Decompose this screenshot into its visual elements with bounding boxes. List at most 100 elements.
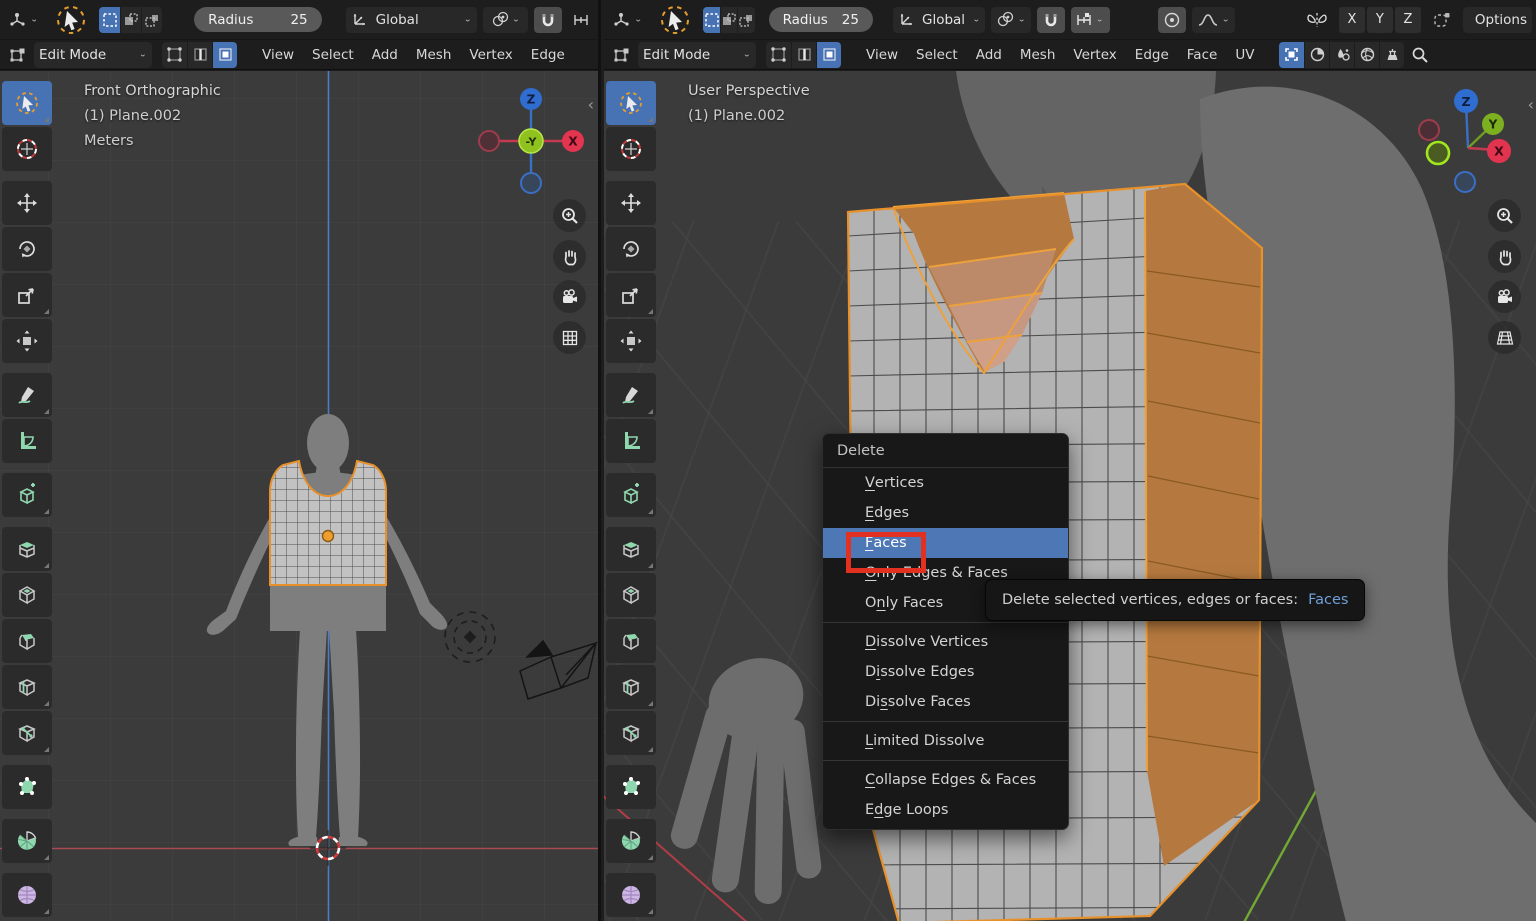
transform-orientation-dropdown[interactable]: Global ⌄ — [893, 7, 985, 33]
symmetry-y-toggle[interactable]: Y — [1367, 7, 1393, 33]
menu-view[interactable]: View — [253, 43, 303, 67]
sidebar-collapse-arrow[interactable]: ‹ — [1528, 95, 1534, 114]
tool-annotate[interactable] — [2, 373, 52, 417]
shading-solid[interactable] — [1329, 42, 1354, 68]
edge-select-mode[interactable] — [187, 42, 212, 68]
tool-spin[interactable] — [2, 819, 52, 863]
shading-material[interactable] — [1354, 42, 1379, 68]
xray-toggle[interactable] — [1279, 42, 1304, 68]
navigation-gizmo[interactable]: Z Y X — [1404, 89, 1524, 209]
mesh-symmetry-button[interactable] — [1301, 7, 1333, 33]
active-tool-indicator[interactable] — [653, 7, 697, 33]
camera-view-button[interactable] — [553, 280, 586, 313]
menu-mesh[interactable]: Mesh — [407, 43, 461, 67]
pivot-point-dropdown[interactable]: ⌄ — [483, 7, 528, 33]
snap-toggle-button[interactable] — [534, 7, 562, 33]
menu-select[interactable]: Select — [907, 43, 967, 67]
zoom-button[interactable] — [553, 199, 586, 232]
menu-item-faces[interactable]: Faces — [823, 528, 1068, 558]
menu-add[interactable]: Add — [967, 43, 1011, 67]
select-mode-new[interactable] — [703, 7, 720, 33]
shading-rendered[interactable] — [1379, 42, 1404, 68]
editor-type-button[interactable]: ⌄ — [608, 7, 647, 33]
snap-with-dropdown[interactable] — [568, 7, 594, 33]
menu-item-edges[interactable]: Edges — [823, 498, 1068, 528]
shading-wireframe[interactable] — [1304, 42, 1329, 68]
face-select-mode[interactable] — [816, 42, 841, 68]
tool-rotate[interactable] — [2, 227, 52, 271]
menu-add[interactable]: Add — [363, 43, 407, 67]
tool-add-cube[interactable] — [2, 473, 52, 517]
viewport-user-perspective[interactable]: User Perspective (1) Plane.002 Z Y X — [604, 71, 1536, 921]
viewport-front-orthographic[interactable]: Front Orthographic (1) Plane.002 Meters … — [0, 71, 598, 921]
menu-vertex[interactable]: Vertex — [1064, 43, 1125, 67]
sidebar-collapse-arrow[interactable]: ‹ — [588, 95, 594, 114]
menu-uv[interactable]: UV — [1226, 43, 1263, 67]
pan-button[interactable] — [1488, 240, 1521, 273]
pivot-point-dropdown[interactable]: ⌄ — [991, 7, 1030, 33]
menu-item-limited-dissolve[interactable]: Limited Dissolve — [823, 726, 1068, 756]
menu-edge[interactable]: Edge — [522, 43, 574, 67]
menu-face[interactable]: Face — [1178, 43, 1227, 67]
mode-dropdown[interactable]: Edit Mode ⌄ — [638, 42, 756, 68]
perspective-toggle-button[interactable] — [1488, 321, 1521, 354]
menu-mesh[interactable]: Mesh — [1011, 43, 1065, 67]
active-tool-indicator[interactable] — [49, 7, 93, 33]
tool-knife[interactable] — [2, 711, 52, 755]
tool-smooth[interactable] — [2, 873, 52, 917]
tool-rotate[interactable] — [606, 227, 656, 271]
tool-transform[interactable] — [606, 319, 656, 363]
snap-toggle-button[interactable] — [1037, 7, 1065, 33]
select-mode-extend[interactable] — [720, 7, 737, 33]
menu-item-edge-loops[interactable]: Edge Loops — [823, 795, 1068, 825]
menu-item-collapse-edges-faces[interactable]: Collapse Edges & Faces — [823, 765, 1068, 795]
tool-scale[interactable] — [606, 273, 656, 317]
select-mode-subtract[interactable] — [737, 7, 754, 33]
menu-item-vertices[interactable]: Vertices — [823, 468, 1068, 498]
tool-bevel[interactable] — [606, 619, 656, 663]
tool-cursor[interactable] — [2, 127, 52, 171]
tool-move[interactable] — [606, 181, 656, 225]
symmetry-x-toggle[interactable]: X — [1339, 7, 1365, 33]
falloff-dropdown[interactable]: ⌄ — [1192, 7, 1235, 33]
edge-select-mode[interactable] — [791, 42, 816, 68]
tool-poly-build[interactable] — [2, 765, 52, 809]
select-mode-subtract[interactable] — [141, 7, 162, 33]
menu-select[interactable]: Select — [303, 43, 363, 67]
tool-inset-faces[interactable] — [2, 573, 52, 617]
camera-view-button[interactable] — [1488, 280, 1521, 313]
menu-item-dissolve-faces[interactable]: Dissolve Faces — [823, 687, 1068, 717]
tool-scale[interactable] — [2, 273, 52, 317]
tool-transform[interactable] — [2, 319, 52, 363]
tool-cursor[interactable] — [606, 127, 656, 171]
tool-poly-build[interactable] — [606, 765, 656, 809]
vertex-select-mode[interactable] — [766, 42, 791, 68]
menu-view[interactable]: View — [857, 43, 907, 67]
menu-item-dissolve-vertices[interactable]: Dissolve Vertices — [823, 627, 1068, 657]
tool-move[interactable] — [2, 181, 52, 225]
menu-vertex[interactable]: Vertex — [460, 43, 521, 67]
face-select-mode[interactable] — [212, 42, 237, 68]
tool-loop-cut[interactable] — [606, 665, 656, 709]
tool-spin[interactable] — [606, 819, 656, 863]
tool-inset-faces[interactable] — [606, 573, 656, 617]
orthographic-toggle-button[interactable] — [553, 321, 586, 354]
radius-slider[interactable]: Radius 25 — [769, 7, 873, 32]
proportional-editing-toggle[interactable] — [1158, 7, 1186, 33]
editor-corner-button[interactable] — [608, 42, 636, 68]
snap-with-dropdown[interactable]: ⌄ — [1071, 7, 1110, 33]
editor-type-button[interactable]: ⌄ — [4, 7, 43, 33]
search-button[interactable] — [1406, 42, 1434, 68]
tool-extrude-region[interactable] — [606, 527, 656, 571]
zoom-button[interactable] — [1488, 199, 1521, 232]
snap-options-button[interactable] — [1427, 7, 1457, 33]
options-button[interactable]: Options — [1463, 7, 1532, 33]
tool-measure[interactable] — [606, 419, 656, 463]
tool-knife[interactable] — [606, 711, 656, 755]
vertex-select-mode[interactable] — [162, 42, 187, 68]
menu-item-dissolve-edges[interactable]: Dissolve Edges — [823, 657, 1068, 687]
navigation-gizmo[interactable]: Z X -Y — [475, 85, 587, 197]
symmetry-z-toggle[interactable]: Z — [1395, 7, 1421, 33]
tool-extrude-region[interactable] — [2, 527, 52, 571]
tool-annotate[interactable] — [606, 373, 656, 417]
